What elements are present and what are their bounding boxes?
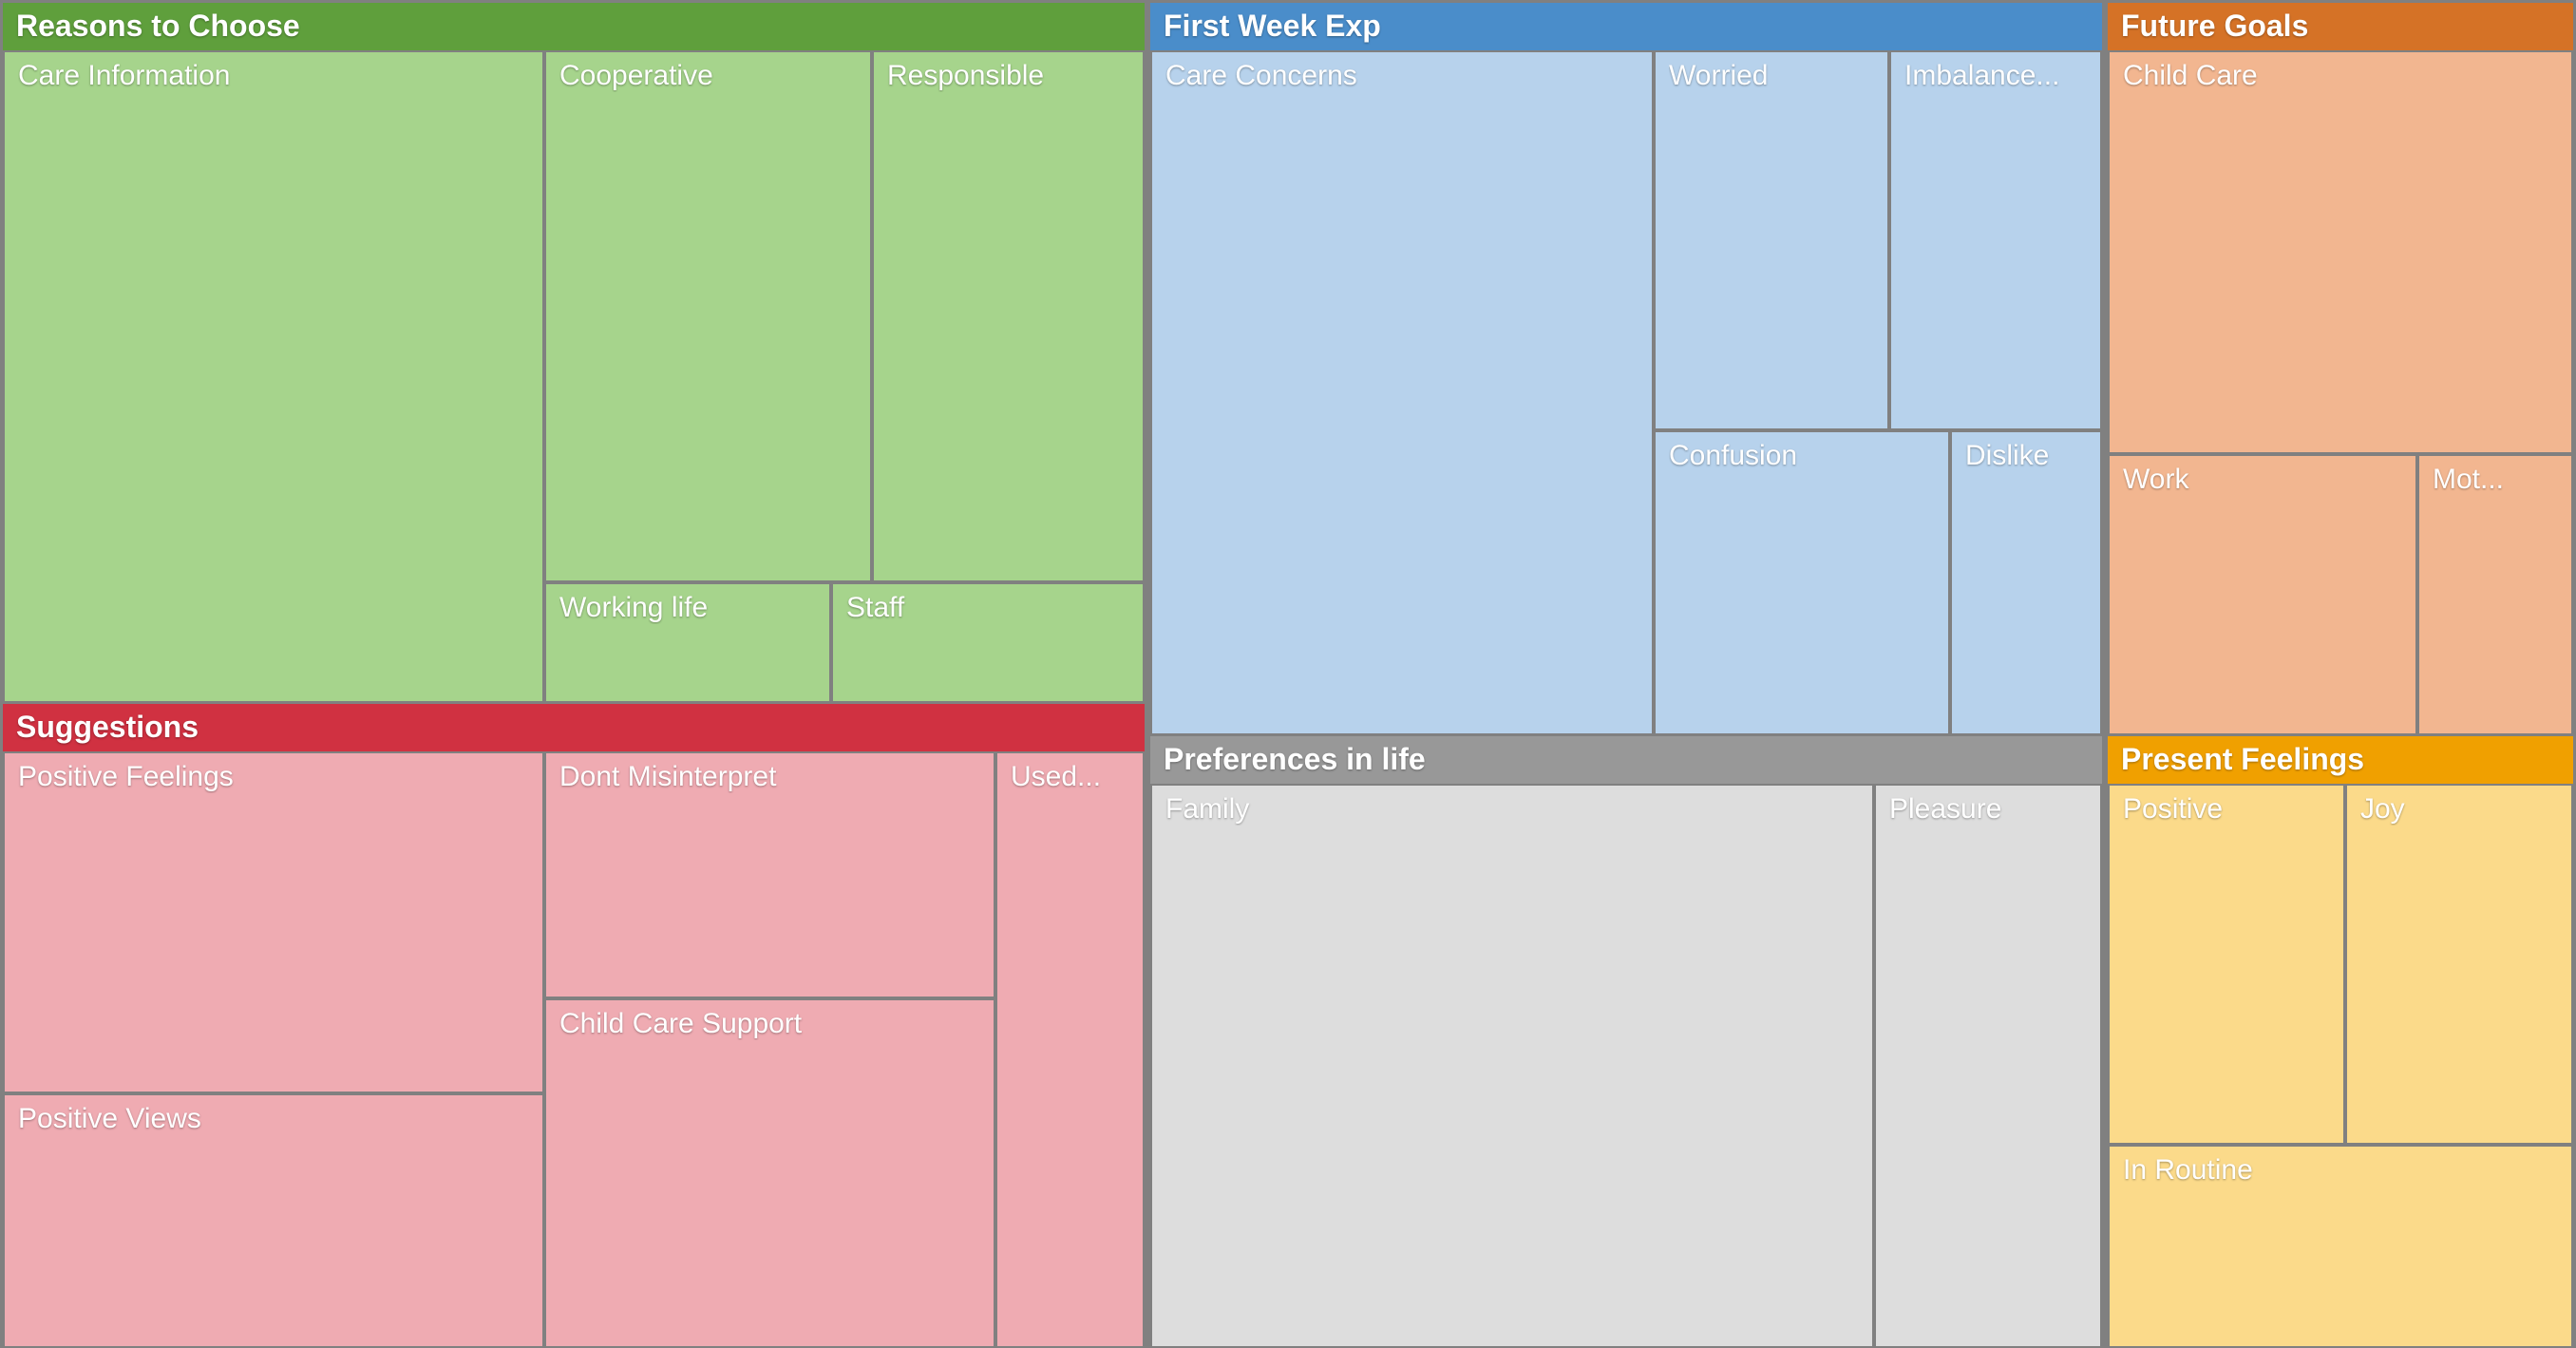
group-title: Suggestions <box>16 710 199 745</box>
leaf-cooperative[interactable]: Cooperative <box>544 50 872 582</box>
group-title: Preferences in life <box>1164 742 1426 777</box>
leaf-dont-misinterpret[interactable]: Dont Misinterpret <box>544 751 995 998</box>
group-body: Care Information Cooperative Responsible Wo… <box>3 50 1145 698</box>
leaf-label: In Routine <box>2123 1154 2562 1187</box>
leaf-joy[interactable]: Joy <box>2345 784 2573 1145</box>
group-title: Future Goals <box>2121 9 2308 44</box>
leaf-in-routine[interactable]: In Routine <box>2108 1145 2573 1348</box>
group-suggestions[interactable]: Suggestions Positive Feelings Positive Vie… <box>0 701 1147 1345</box>
leaf-positive-views[interactable]: Positive Views <box>3 1093 544 1348</box>
leaf-label: Positive Views <box>18 1103 533 1135</box>
leaf-label: Child Care Support <box>559 1008 984 1040</box>
leaf-pleasure[interactable]: Pleasure <box>1874 784 2102 1348</box>
leaf-label: Staff <box>846 592 1133 624</box>
treemap-chart: Reasons to Choose Care Information Coopera… <box>0 0 2576 1345</box>
group-title: Reasons to Choose <box>16 9 300 44</box>
leaf-label: Family <box>1165 793 1863 826</box>
group-body: Child Care Work Mot... <box>2108 50 2573 731</box>
leaf-care-information[interactable]: Care Information <box>3 50 544 704</box>
group-title: First Week Exp <box>1164 9 1381 44</box>
leaf-child-care[interactable]: Child Care <box>2108 50 2573 454</box>
leaf-label: Worried <box>1669 60 1878 92</box>
group-preferences[interactable]: Preferences in life Family Pleasure <box>1147 733 2105 1345</box>
group-first-week[interactable]: First Week Exp Care Concerns Worried Imbala… <box>1147 0 2105 733</box>
group-body: Family Pleasure <box>1150 784 2102 1342</box>
leaf-label: Work <box>2123 464 2406 496</box>
leaf-imbalance[interactable]: Imbalance... <box>1889 50 2102 430</box>
leaf-label: Joy <box>2360 793 2562 826</box>
leaf-label: Positive Feelings <box>18 761 533 793</box>
leaf-responsible[interactable]: Responsible <box>872 50 1145 582</box>
leaf-label: Mot... <box>2433 464 2562 496</box>
group-present-feelings[interactable]: Present Feelings Positive Joy In Routine <box>2105 733 2576 1345</box>
leaf-motivation[interactable]: Mot... <box>2417 454 2573 736</box>
leaf-child-care-support[interactable]: Child Care Support <box>544 998 995 1348</box>
leaf-working-life[interactable]: Working life <box>544 582 831 704</box>
leaf-label: Used... <box>1011 761 1133 793</box>
leaf-label: Dont Misinterpret <box>559 761 984 793</box>
leaf-positive[interactable]: Positive <box>2108 784 2345 1145</box>
group-reasons[interactable]: Reasons to Choose Care Information Coopera… <box>0 0 1147 701</box>
leaf-label: Child Care <box>2123 60 2562 92</box>
group-body: Positive Feelings Positive Views Dont Misi… <box>3 751 1145 1342</box>
group-title: Present Feelings <box>2121 742 2364 777</box>
leaf-label: Cooperative <box>559 60 861 92</box>
leaf-label: Confusion <box>1669 440 1939 472</box>
leaf-label: Responsible <box>887 60 1133 92</box>
leaf-label: Working life <box>559 592 820 624</box>
group-body: Care Concerns Worried Imbalance... Confusio… <box>1150 50 2102 731</box>
leaf-dislike[interactable]: Dislike <box>1950 430 2102 736</box>
leaf-label: Dislike <box>1965 440 2091 472</box>
leaf-confusion[interactable]: Confusion <box>1654 430 1950 736</box>
leaf-label: Care Information <box>18 60 533 92</box>
leaf-label: Care Concerns <box>1165 60 1642 92</box>
leaf-label: Pleasure <box>1889 793 2091 826</box>
leaf-label: Imbalance... <box>1904 60 2091 92</box>
leaf-worried[interactable]: Worried <box>1654 50 1889 430</box>
leaf-staff[interactable]: Staff <box>831 582 1145 704</box>
group-future-goals[interactable]: Future Goals Child Care Work Mot... <box>2105 0 2576 733</box>
leaf-used[interactable]: Used... <box>995 751 1145 1348</box>
leaf-family[interactable]: Family <box>1150 784 1874 1348</box>
group-body: Positive Joy In Routine <box>2108 784 2573 1342</box>
leaf-work[interactable]: Work <box>2108 454 2417 736</box>
leaf-care-concerns[interactable]: Care Concerns <box>1150 50 1654 736</box>
leaf-label: Positive <box>2123 793 2334 826</box>
leaf-positive-feelings[interactable]: Positive Feelings <box>3 751 544 1093</box>
